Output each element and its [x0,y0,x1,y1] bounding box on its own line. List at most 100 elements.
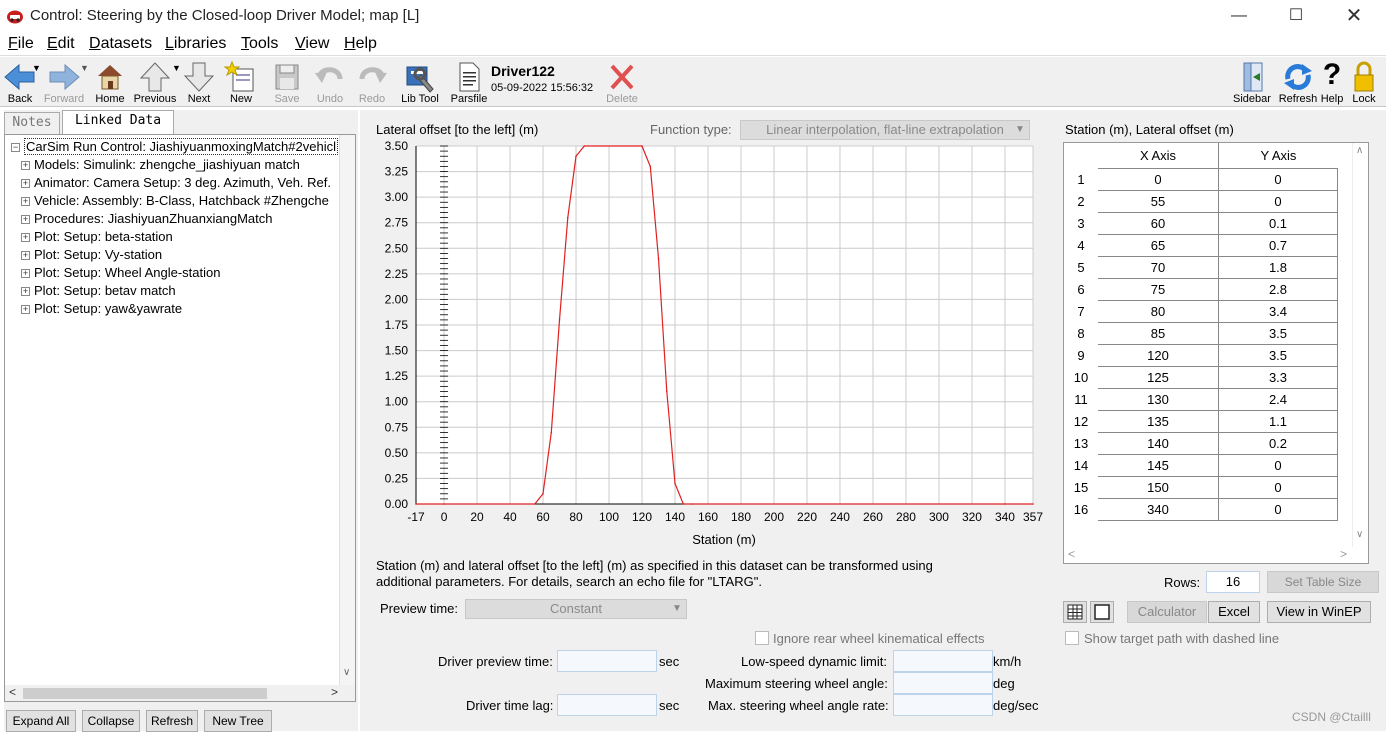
cell-y-axis[interactable]: 1.1 [1219,411,1338,433]
cell-x-axis[interactable]: 130 [1098,389,1219,411]
row-number[interactable]: 3 [1064,213,1098,235]
row-number[interactable]: 15 [1064,477,1098,499]
cell-x-axis[interactable]: 65 [1098,235,1219,257]
next-button[interactable]: Next [182,59,216,105]
tree-item[interactable]: + Animator: Camera Setup: 3 deg. Azimuth,… [21,175,331,190]
max-steering-rate-input[interactable] [893,694,993,716]
row-number[interactable]: 9 [1064,345,1098,367]
row-number[interactable]: 16 [1064,499,1098,521]
cell-x-axis[interactable]: 0 [1098,169,1219,191]
expand-icon[interactable]: + [21,287,30,296]
row-number[interactable]: 11 [1064,389,1098,411]
column-header-y[interactable]: Y Axis [1219,143,1338,169]
row-number[interactable]: 1 [1064,169,1098,191]
row-number[interactable]: 12 [1064,411,1098,433]
expand-icon[interactable]: + [21,233,30,242]
driver-preview-time-input[interactable] [557,650,657,672]
menu-file[interactable]: File [8,35,34,53]
cell-x-axis[interactable]: 85 [1098,323,1219,345]
lib-tool-button[interactable]: Lib Tool [398,59,442,105]
scroll-left-icon[interactable]: < [1068,547,1075,561]
menu-edit[interactable]: Edit [47,35,75,53]
tree-item[interactable]: + Vehicle: Assembly: B-Class, Hatchback #… [21,193,329,208]
calculator-button[interactable]: Calculator [1127,601,1207,623]
cell-y-axis[interactable]: 0 [1219,477,1338,499]
ignore-rear-checkbox[interactable] [755,631,769,645]
row-number[interactable]: 10 [1064,367,1098,389]
cell-y-axis[interactable]: 2.4 [1219,389,1338,411]
cell-x-axis[interactable]: 80 [1098,301,1219,323]
row-number[interactable]: 14 [1064,455,1098,477]
refresh-button[interactable]: Refresh [1276,59,1320,105]
cell-y-axis[interactable]: 0.7 [1219,235,1338,257]
menu-view[interactable]: View [295,35,329,53]
lock-button[interactable]: Lock [1350,59,1378,105]
expand-icon[interactable]: + [21,305,30,314]
show-dashed-checkbox[interactable] [1065,631,1079,645]
scroll-down-icon[interactable]: ∨ [1356,529,1363,540]
row-number[interactable]: 4 [1064,235,1098,257]
cell-x-axis[interactable]: 125 [1098,367,1219,389]
table-vertical-scrollbar[interactable]: ∧ ∨ [1352,143,1368,547]
redo-button[interactable]: Redo [354,59,390,105]
cell-x-axis[interactable]: 145 [1098,455,1219,477]
cell-y-axis[interactable]: 0.1 [1219,213,1338,235]
scroll-down-icon[interactable]: ∨ [343,667,350,678]
cell-y-axis[interactable]: 3.4 [1219,301,1338,323]
expand-icon[interactable]: + [21,197,30,206]
expand-icon[interactable]: + [21,251,30,260]
parsfile-button[interactable]: Parsfile [448,59,490,105]
tree-item[interactable]: + Procedures: JiashiyuanZhuanxiangMatch [21,211,272,226]
single-view-button[interactable] [1090,601,1114,623]
cell-x-axis[interactable]: 55 [1098,191,1219,213]
expand-icon[interactable]: + [21,269,30,278]
tab-linked-data[interactable]: Linked Data [62,110,174,134]
driver-time-lag-input[interactable] [557,694,657,716]
grid-view-button[interactable] [1063,601,1087,623]
menu-libraries[interactable]: Libraries [165,35,226,53]
cell-x-axis[interactable]: 120 [1098,345,1219,367]
help-button[interactable]: ? Help [1320,59,1344,106]
close-window-button[interactable]: ✕ [1331,0,1377,32]
scrollbar-thumb[interactable] [23,688,267,699]
tree-item[interactable]: + Plot: Setup: yaw&yawrate [21,301,182,316]
tree-item[interactable]: + Plot: Setup: Vy-station [21,247,162,262]
cell-x-axis[interactable]: 75 [1098,279,1219,301]
menu-tools[interactable]: Tools [241,35,278,53]
scroll-up-icon[interactable]: ∧ [1356,145,1363,156]
table-horizontal-scrollbar[interactable]: < > [1064,547,1368,563]
collapse-button[interactable]: Collapse [82,710,140,732]
tree-horizontal-scrollbar[interactable]: < > [5,685,355,701]
tree-vertical-scrollbar[interactable]: ∨ [339,135,355,686]
back-dropdown-icon[interactable]: ▼ [32,63,41,73]
set-table-size-button[interactable]: Set Table Size [1267,571,1379,593]
preview-time-dropdown[interactable]: Constant ▼ [465,599,687,619]
cell-y-axis[interactable]: 3.5 [1219,345,1338,367]
scroll-left-icon[interactable]: < [9,685,16,699]
tree-root-item[interactable]: − CarSim Run Control: JiashiyuanmoxingMat… [11,138,338,155]
cell-x-axis[interactable]: 70 [1098,257,1219,279]
cell-x-axis[interactable]: 340 [1098,499,1219,521]
tree-item[interactable]: + Plot: Setup: beta-station [21,229,173,244]
undo-button[interactable]: Undo [312,59,348,105]
sidebar-button[interactable]: Sidebar [1232,59,1272,105]
expand-icon[interactable]: + [21,215,30,224]
rows-input[interactable]: 16 [1206,571,1260,593]
cell-y-axis[interactable]: 0.2 [1219,433,1338,455]
cell-y-axis[interactable]: 2.8 [1219,279,1338,301]
cell-y-axis[interactable]: 3.5 [1219,323,1338,345]
new-button[interactable]: New [222,59,260,105]
forward-dropdown-icon[interactable]: ▼ [80,63,89,73]
scroll-right-icon[interactable]: > [1340,547,1347,561]
row-number[interactable]: 6 [1064,279,1098,301]
expand-icon[interactable]: + [21,161,30,170]
cell-y-axis[interactable]: 1.8 [1219,257,1338,279]
tab-notes[interactable]: Notes [4,112,60,134]
collapse-icon[interactable]: − [11,143,20,152]
excel-button[interactable]: Excel [1208,601,1260,623]
row-number[interactable]: 8 [1064,323,1098,345]
max-steering-angle-input[interactable] [893,672,993,694]
column-header-x[interactable]: X Axis [1098,143,1219,169]
menu-datasets[interactable]: Datasets [89,35,152,53]
refresh-tree-button[interactable]: Refresh [146,710,198,732]
